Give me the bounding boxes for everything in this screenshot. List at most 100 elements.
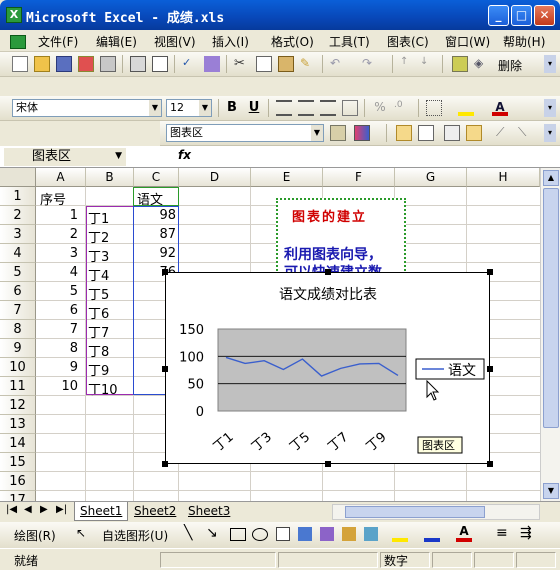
row-header[interactable]: 9 <box>0 339 36 358</box>
row-header[interactable]: 16 <box>0 472 36 491</box>
wordart-icon[interactable] <box>298 527 312 541</box>
row-header[interactable]: 11 <box>0 377 36 396</box>
menu-insert[interactable]: 插入(I) <box>212 33 249 50</box>
column-header-h[interactable]: H <box>467 168 540 187</box>
oval-icon[interactable] <box>252 528 268 541</box>
row-header[interactable]: 8 <box>0 320 36 339</box>
text-box[interactable]: 图表的建立 利用图表向导， 可以快速建立数 <box>276 198 406 278</box>
fill-color-icon[interactable] <box>458 100 474 116</box>
menu-format[interactable]: 格式(O) <box>271 33 314 50</box>
clip-art-icon[interactable] <box>342 527 356 541</box>
menu-view[interactable]: 视图(V) <box>154 33 196 50</box>
chevron-down-icon[interactable]: ▼ <box>311 125 323 141</box>
sheet-nav-first-icon[interactable]: |◀ <box>6 504 17 515</box>
menu-help[interactable]: 帮助(H) <box>503 33 545 50</box>
menu-tools[interactable]: 工具(T) <box>329 33 370 50</box>
chevron-down-icon[interactable]: ▼ <box>199 100 211 116</box>
minimize-button[interactable]: _ <box>488 5 509 26</box>
function-icon[interactable]: fx <box>178 148 191 162</box>
delete-button[interactable]: 删除 <box>498 57 522 74</box>
sheet-tab-sheet2[interactable]: Sheet2 <box>134 504 176 518</box>
line-style-icon[interactable]: ≡ <box>496 525 508 541</box>
column-header-g[interactable]: G <box>395 168 467 187</box>
new-icon[interactable] <box>12 56 28 72</box>
cell-a1[interactable]: 序号 <box>40 189 66 208</box>
copy-icon[interactable] <box>256 56 272 72</box>
print-preview-icon[interactable] <box>152 56 168 72</box>
picture-icon[interactable] <box>364 527 378 541</box>
row-header[interactable]: 10 <box>0 358 36 377</box>
row-header[interactable]: 6 <box>0 282 36 301</box>
cell-sequence[interactable]: 7 <box>70 322 78 337</box>
font-size-combo[interactable]: 12 ▼ <box>166 99 212 117</box>
row-header[interactable]: 7 <box>0 301 36 320</box>
angle-clockwise-icon[interactable]: ⟋ <box>496 125 512 141</box>
cell-sequence[interactable]: 3 <box>70 246 78 261</box>
row-header[interactable]: 2 <box>0 206 36 225</box>
rectangle-icon[interactable] <box>230 528 246 541</box>
sheet-tab-sheet3[interactable]: Sheet3 <box>188 504 230 518</box>
print-icon[interactable] <box>130 56 146 72</box>
sort-ascending-icon[interactable]: ↑ <box>400 56 416 72</box>
column-header-e[interactable]: E <box>251 168 323 187</box>
horizontal-scrollbar[interactable] <box>332 504 540 520</box>
merge-center-icon[interactable] <box>342 100 358 116</box>
legend-icon[interactable] <box>396 125 412 141</box>
row-header[interactable]: 3 <box>0 225 36 244</box>
toolbar-options-icon[interactable]: ▾ <box>544 55 556 73</box>
paste-icon[interactable] <box>278 56 294 72</box>
draw-menu-button[interactable]: 绘图(R) <box>14 527 56 544</box>
align-center-icon[interactable] <box>298 100 314 116</box>
line-icon[interactable]: ╲ <box>184 525 192 541</box>
angle-counterclockwise-icon[interactable]: ⟍ <box>518 125 534 141</box>
cut-icon[interactable]: ✂ <box>234 56 250 72</box>
email-icon[interactable] <box>100 56 116 72</box>
spelling-icon[interactable]: ✓ <box>182 56 198 72</box>
column-header-a[interactable]: A <box>36 168 86 187</box>
scroll-down-icon[interactable]: ▼ <box>543 483 559 499</box>
row-header[interactable]: 15 <box>0 453 36 472</box>
name-box[interactable]: 图表区 ▼ <box>4 148 126 166</box>
embedded-chart[interactable]: 语文成绩对比表 150 100 50 0 丁1 丁3 丁5 丁7 丁9 语文 图表区 <box>165 272 490 464</box>
bold-button[interactable]: B <box>224 100 240 116</box>
borders-icon[interactable] <box>426 100 442 116</box>
column-header-f[interactable]: F <box>323 168 395 187</box>
cell-sequence[interactable]: 1 <box>70 208 78 223</box>
cell-sequence[interactable]: 5 <box>70 284 78 299</box>
menu-file[interactable]: 文件(F) <box>38 33 78 50</box>
formula-input[interactable] <box>196 148 554 166</box>
menu-edit[interactable]: 编辑(E) <box>96 33 137 50</box>
redo-icon[interactable]: ↷ <box>362 56 378 72</box>
vertical-scrollbar[interactable]: ▲ ▼ <box>540 168 560 501</box>
data-table-icon[interactable] <box>418 125 434 141</box>
chart-objects-combo[interactable]: 图表区 ▼ <box>166 124 324 142</box>
cell-sequence[interactable]: 2 <box>70 227 78 242</box>
font-combo[interactable]: 宋体 ▼ <box>12 99 162 117</box>
align-left-icon[interactable] <box>276 100 292 116</box>
undo-icon[interactable]: ↶ <box>330 56 346 72</box>
cell-sequence[interactable]: 4 <box>70 265 78 280</box>
decimal-icon[interactable]: .0 <box>394 100 410 116</box>
row-header[interactable]: 14 <box>0 434 36 453</box>
underline-button[interactable]: U <box>246 100 262 116</box>
open-icon[interactable] <box>34 56 50 72</box>
row-header[interactable]: 4 <box>0 244 36 263</box>
research-icon[interactable] <box>204 56 220 72</box>
cell-sequence[interactable]: 10 <box>61 379 78 394</box>
row-header[interactable]: 17 <box>0 491 36 501</box>
sheet-nav-next-icon[interactable]: ▶ <box>40 504 48 515</box>
save-icon[interactable] <box>56 56 72 72</box>
cell-sequence[interactable]: 6 <box>70 303 78 318</box>
percent-icon[interactable]: % <box>372 100 388 116</box>
menu-chart[interactable]: 图表(C) <box>387 33 429 50</box>
sort-descending-icon[interactable]: ↓ <box>420 56 436 72</box>
drawing-icon[interactable]: ◈ <box>474 56 490 72</box>
column-header-b[interactable]: B <box>86 168 134 187</box>
menu-window[interactable]: 窗口(W) <box>445 33 490 50</box>
by-column-icon[interactable] <box>466 125 482 141</box>
select-all-corner[interactable] <box>0 168 36 187</box>
autoshapes-button[interactable]: 自选图形(U) <box>102 527 168 544</box>
maximize-button[interactable]: □ <box>511 5 532 26</box>
chart-type-icon[interactable] <box>354 125 370 141</box>
row-header[interactable]: 1 <box>0 187 36 206</box>
